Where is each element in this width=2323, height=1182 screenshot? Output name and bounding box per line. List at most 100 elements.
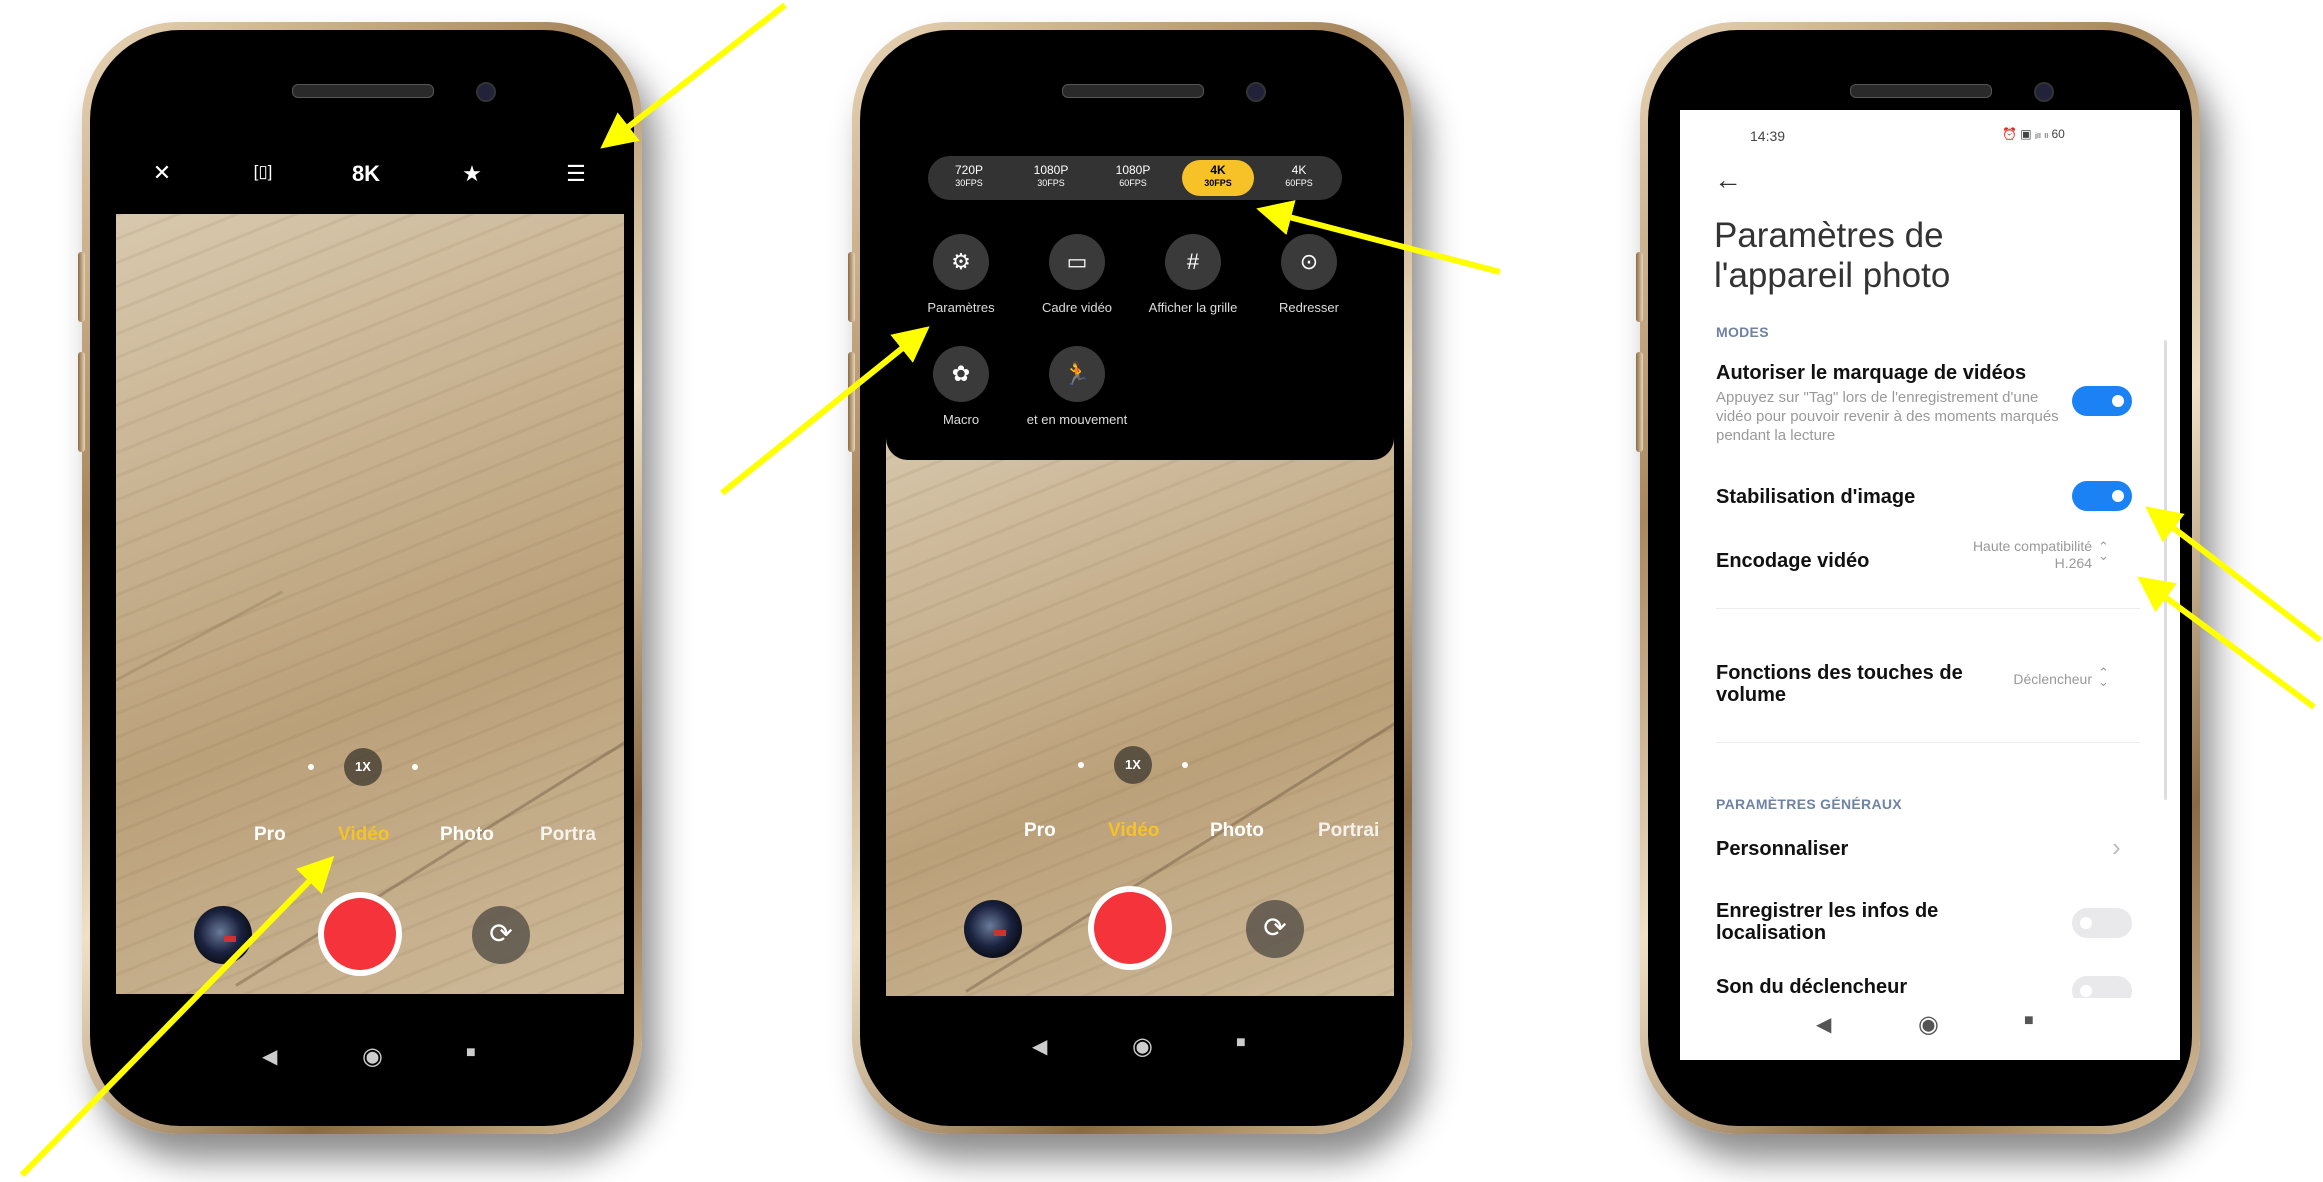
record-button[interactable] xyxy=(318,892,402,976)
side-button xyxy=(1636,252,1643,322)
running-icon: 🏃 xyxy=(1049,346,1105,402)
zoom-dot[interactable] xyxy=(1078,762,1084,768)
zoom-button[interactable]: 1X xyxy=(344,748,382,786)
earpiece xyxy=(1062,84,1204,98)
divider xyxy=(1716,608,2140,609)
flash-off-icon[interactable]: ✕ xyxy=(142,160,182,186)
zoom-dot[interactable] xyxy=(308,764,314,770)
status-time: 14:39 xyxy=(1750,128,1786,144)
gallery-thumbnail[interactable] xyxy=(964,900,1022,958)
front-camera xyxy=(476,82,496,102)
nav-home-icon[interactable]: ◉ xyxy=(1132,1032,1153,1061)
side-button xyxy=(848,252,855,322)
option-redresser[interactable]: ⊙ Redresser xyxy=(1254,234,1364,315)
zoom-dot[interactable] xyxy=(1182,762,1188,768)
resolution-selector: 720P 30FPS 1080P 30FPS 1080P 60FPS 4K 30FPS … xyxy=(928,156,1342,200)
mode-video[interactable]: Vidéo xyxy=(338,824,389,846)
macro-icon: ✿ xyxy=(933,346,989,402)
settings-screen: 14:39 ⏰ ▣ ᵢₗₗ ₗₗ 60 ← Paramètres de l'ap… xyxy=(1680,110,2180,1060)
chevron-right-icon: › xyxy=(2112,832,2121,862)
divider xyxy=(1716,742,2140,743)
nav-back-icon[interactable]: ◀ xyxy=(1032,1034,1047,1059)
mode-video[interactable]: Vidéo xyxy=(1108,820,1159,842)
setting-description: Appuyez sur "Tag" lors de l'enregistreme… xyxy=(1716,389,2059,444)
setting-title: Son du déclencheur xyxy=(1716,976,1908,998)
frame-icon: ▭ xyxy=(1049,234,1105,290)
toggle-location[interactable] xyxy=(2072,908,2132,938)
side-button xyxy=(78,352,85,452)
nav-back-icon[interactable]: ◀ xyxy=(1816,1012,1831,1037)
res-4k-30-selected[interactable]: 4K 30FPS xyxy=(1182,160,1254,196)
camera-viewfinder[interactable]: 1X Pro Vidéo Photo Portra ⟳ xyxy=(116,214,624,994)
option-label: Paramètres xyxy=(927,300,995,315)
res-720p-30[interactable]: 720P 30FPS xyxy=(936,160,1002,196)
nav-home-icon[interactable]: ◉ xyxy=(1918,1010,1939,1039)
mode-pro[interactable]: Pro xyxy=(1024,820,1056,842)
front-camera xyxy=(2034,82,2054,102)
option-grille[interactable]: # Afficher la grille xyxy=(1138,234,1248,315)
toggle-video-tagging[interactable] xyxy=(2072,386,2132,416)
mode-photo[interactable]: Photo xyxy=(1210,820,1264,842)
effects-icon[interactable]: ★ xyxy=(452,161,492,187)
setting-title: Enregistrer les infos de localisation xyxy=(1716,900,1939,944)
nav-recents-icon[interactable]: ■ xyxy=(466,1044,476,1062)
back-arrow-icon[interactable]: ← xyxy=(1714,164,1742,196)
page-title-line1: Paramètres de xyxy=(1714,216,1944,255)
front-camera xyxy=(1246,82,1266,102)
option-label: Cadre vidéo xyxy=(1041,300,1113,315)
menu-icon[interactable]: ☰ xyxy=(556,161,596,187)
option-macro[interactable]: ✿ Macro xyxy=(906,346,1016,427)
nav-recents-icon[interactable]: ■ xyxy=(1236,1034,1246,1052)
encoding-value[interactable]: Haute compatibilité H.264 xyxy=(1910,538,2092,572)
mode-pro[interactable]: Pro xyxy=(254,824,286,846)
encoding-value-line2: H.264 xyxy=(2054,555,2092,571)
res-1080p-60[interactable]: 1080P 60FPS xyxy=(1100,160,1166,196)
option-parametres[interactable]: ⚙ Paramètres xyxy=(906,234,1016,315)
side-button xyxy=(78,252,85,322)
mode-photo[interactable]: Photo xyxy=(440,824,494,846)
page-title-line2: l'appareil photo xyxy=(1714,256,1951,295)
phone-frame-3: 14:39 ⏰ ▣ ᵢₗₗ ₗₗ 60 ← Paramètres de l'ap… xyxy=(1636,22,2200,1134)
option-label: Afficher la grille xyxy=(1148,300,1238,315)
option-label: et en mouvement xyxy=(1026,412,1128,427)
stabilization-icon[interactable]: [▯] xyxy=(243,162,283,182)
phone-body: ✕ [▯] 8K ★ ☰ 1X Pro Vidéo Photo Portra ⟳… xyxy=(90,30,634,1126)
encoding-value-line1: Haute compatibilité xyxy=(1972,538,2092,554)
earpiece xyxy=(292,84,434,98)
setting-title: Autoriser le marquage de vidéos xyxy=(1716,362,2027,384)
setting-title: Encodage vidéo xyxy=(1716,550,1870,572)
mode-portrait[interactable]: Portra xyxy=(540,824,596,846)
switch-camera-icon[interactable]: ⟳ xyxy=(1246,900,1304,958)
option-label: Redresser xyxy=(1279,300,1339,315)
quick-settings-panel: 720P 30FPS 1080P 30FPS 1080P 60FPS 4K 30FPS … xyxy=(886,110,1394,460)
status-icons: ⏰ ▣ ᵢₗₗ ₗₗ 60 xyxy=(2002,127,2065,141)
viewfinder-image xyxy=(116,214,624,994)
res-1080p-30[interactable]: 1080P 30FPS xyxy=(1018,160,1084,196)
side-button xyxy=(848,352,855,452)
nav-recents-icon[interactable]: ■ xyxy=(2024,1012,2034,1030)
volume-keys-value[interactable]: Déclencheur xyxy=(1970,671,2092,688)
side-button xyxy=(1636,352,1643,452)
nav-back-icon[interactable]: ◀ xyxy=(262,1044,277,1069)
res-4k-60[interactable]: 4K 60FPS xyxy=(1266,160,1332,196)
phone-body: 720P 30FPS 1080P 30FPS 1080P 60FPS 4K 30FPS … xyxy=(860,30,1404,1126)
section-header-general: PARAMÈTRES GÉNÉRAUX xyxy=(1716,796,1902,812)
option-mouvement[interactable]: 🏃 et en mouvement xyxy=(1022,346,1132,427)
gallery-thumbnail[interactable] xyxy=(194,906,252,964)
earpiece xyxy=(1850,84,1992,98)
grid-icon: # xyxy=(1165,234,1221,290)
toggle-image-stabilization[interactable] xyxy=(2072,481,2132,511)
nav-home-icon[interactable]: ◉ xyxy=(362,1042,383,1071)
camera-viewfinder[interactable]: 720P 30FPS 1080P 30FPS 1080P 60FPS 4K 30FPS … xyxy=(886,110,1394,996)
zoom-button[interactable]: 1X xyxy=(1114,746,1152,784)
switch-camera-icon[interactable]: ⟳ xyxy=(472,906,530,964)
setting-title[interactable]: Personnaliser xyxy=(1716,838,1848,860)
zoom-dot[interactable] xyxy=(412,764,418,770)
resolution-button[interactable]: 8K xyxy=(346,161,386,187)
updown-chevron-icon: ⌃ ⌄ xyxy=(2098,665,2109,689)
record-button[interactable] xyxy=(1088,886,1172,970)
mode-portrait[interactable]: Portrai xyxy=(1318,820,1379,842)
scrollbar[interactable] xyxy=(2164,340,2167,800)
option-cadre-video[interactable]: ▭ Cadre vidéo xyxy=(1022,234,1132,315)
phone-frame-2: 720P 30FPS 1080P 30FPS 1080P 60FPS 4K 30FPS … xyxy=(848,22,1412,1134)
